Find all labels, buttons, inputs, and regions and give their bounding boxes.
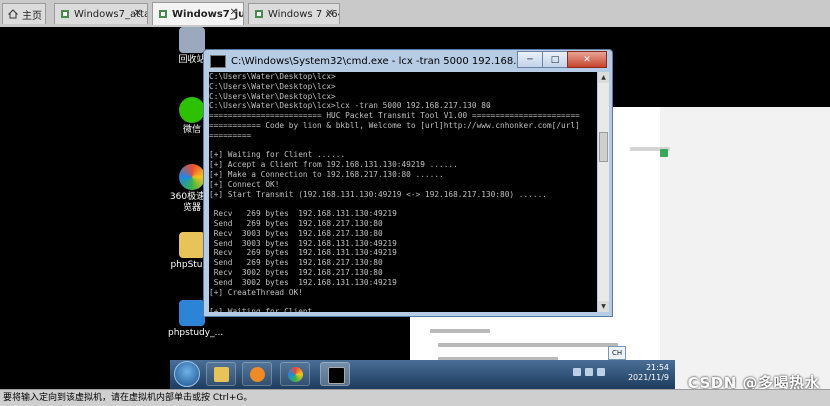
console-scrollbar[interactable]: ▲ ▼ (598, 72, 609, 312)
flag-icon[interactable] (585, 368, 593, 376)
background-sidebar (660, 107, 830, 389)
tab-home[interactable]: 主页 (2, 3, 46, 24)
console-line: Send 269 bytes 192.168.217.130:80 (209, 218, 383, 228)
console-line: Send 269 bytes 192.168.217.130:80 (209, 258, 383, 268)
console-line: [+] Accept a Client from 192.168.131.130… (209, 160, 458, 170)
close-button[interactable]: ✕ (567, 51, 607, 68)
taskbar-explorer-button[interactable] (206, 362, 236, 386)
recycle-bin-icon (179, 27, 205, 53)
console-line: [+] CreateThread OK! (209, 287, 303, 297)
scroll-thumb[interactable] (599, 132, 608, 162)
vm-icon (255, 10, 263, 18)
tab-windows7-x64[interactable]: Windows 7 x64 ✕ (248, 3, 340, 24)
folder-icon (179, 232, 205, 258)
console-line: [+] Waiting for Client ...... (209, 150, 346, 160)
console-line: ========= (209, 130, 252, 140)
console-line: Recv 269 bytes 192.168.131.130:49219 (209, 209, 397, 219)
vm-icon (159, 10, 167, 18)
home-icon (8, 9, 18, 19)
console-line: Send 3002 bytes 192.168.131.130:49219 (209, 277, 397, 287)
close-icon[interactable]: ✕ (326, 8, 334, 19)
browser-icon (288, 367, 303, 382)
console-line: Recv 3003 bytes 192.168.217.130:80 (209, 228, 383, 238)
volume-icon[interactable] (597, 368, 605, 376)
taskbar-media-button[interactable] (242, 362, 272, 386)
cmd-icon (328, 367, 345, 384)
console-line: ======================== HUC Packet Tran… (209, 111, 580, 121)
console-line: Recv 3002 bytes 192.168.217.130:80 (209, 267, 383, 277)
taskbar-browser-button[interactable] (280, 362, 310, 386)
console-line: [+] Start Transmit (192.168.131.130:4921… (209, 189, 547, 199)
network-icon[interactable] (573, 368, 581, 376)
console-output[interactable]: C:\Users\Water\Desktop\lcx> C:\Users\Wate… (209, 72, 597, 312)
cmd-title-bar[interactable]: C:\Windows\System32\cmd.exe - lcx -tran … (204, 50, 612, 72)
clock-time: 21:54 (645, 363, 669, 372)
browser-icon (179, 164, 205, 190)
minimize-button[interactable]: ─ (517, 51, 543, 68)
cmd-window[interactable]: C:\Windows\System32\cmd.exe - lcx -tran … (203, 49, 613, 317)
host-desktop: 回收站 微信 360极速浏览器 phpStudy phpstudy_... C:… (0, 27, 830, 389)
start-button[interactable] (174, 361, 200, 387)
console-line: Send 3003 bytes 192.168.131.130:49219 (209, 238, 397, 248)
status-bar: 要将输入定向到该虚拟机，请在虚拟机内部单击或按 Ctrl+G。 (0, 389, 830, 406)
close-icon[interactable]: ✕ (230, 7, 238, 18)
language-indicator[interactable]: CH (608, 346, 627, 360)
media-player-icon (250, 367, 265, 382)
cmd-icon (210, 54, 226, 68)
console-line: =========== Code by lion & bkbll, Welcom… (209, 120, 580, 130)
vm-tab-bar: 主页 Windows7_attack ✕ Windows7_jump ✕ Win… (0, 0, 830, 28)
vm-icon (61, 10, 69, 18)
close-icon[interactable]: ✕ (134, 8, 142, 19)
wechat-icon (179, 97, 205, 123)
phpstudy-icon (179, 300, 205, 326)
console-line: C:\Users\Water\Desktop\lcx> (209, 91, 336, 101)
console-line: [+] Connect OK! (209, 179, 280, 189)
tray-icons (569, 368, 605, 376)
tab-home-label: 主页 (22, 10, 42, 22)
scroll-up-icon[interactable]: ▲ (598, 72, 609, 83)
console-line: C:\Users\Water\Desktop\lcx> (209, 81, 336, 91)
scroll-down-icon[interactable]: ▼ (598, 301, 609, 312)
vm-taskbar: CH 21:54 2021/11/9 (170, 346, 675, 389)
tab-windows7-attack[interactable]: Windows7_attack ✕ (54, 3, 148, 24)
clock-date: 2021/11/9 (627, 373, 669, 382)
console-lines: C:\Users\Water\Desktop\lcx> C:\Users\Wate… (209, 72, 597, 312)
tab-windows7-jump[interactable]: Windows7_jump ✕ (152, 2, 244, 25)
taskbar-cmd-button[interactable] (320, 362, 350, 386)
console-line: [+] Waiting for Client ...... (209, 307, 346, 312)
console-line: C:\Users\Water\Desktop\lcx> (209, 72, 336, 81)
maximize-button[interactable]: □ (542, 51, 568, 68)
console-line: [+] Make a Connection to 192.168.217.130… (209, 169, 444, 179)
console-line: C:\Users\Water\Desktop\lcx>lcx -tran 500… (209, 101, 491, 111)
folder-icon (214, 367, 229, 382)
console-line: Recv 269 bytes 192.168.131.130:49219 (209, 248, 397, 258)
tray-clock[interactable]: 21:54 2021/11/9 (628, 363, 669, 383)
